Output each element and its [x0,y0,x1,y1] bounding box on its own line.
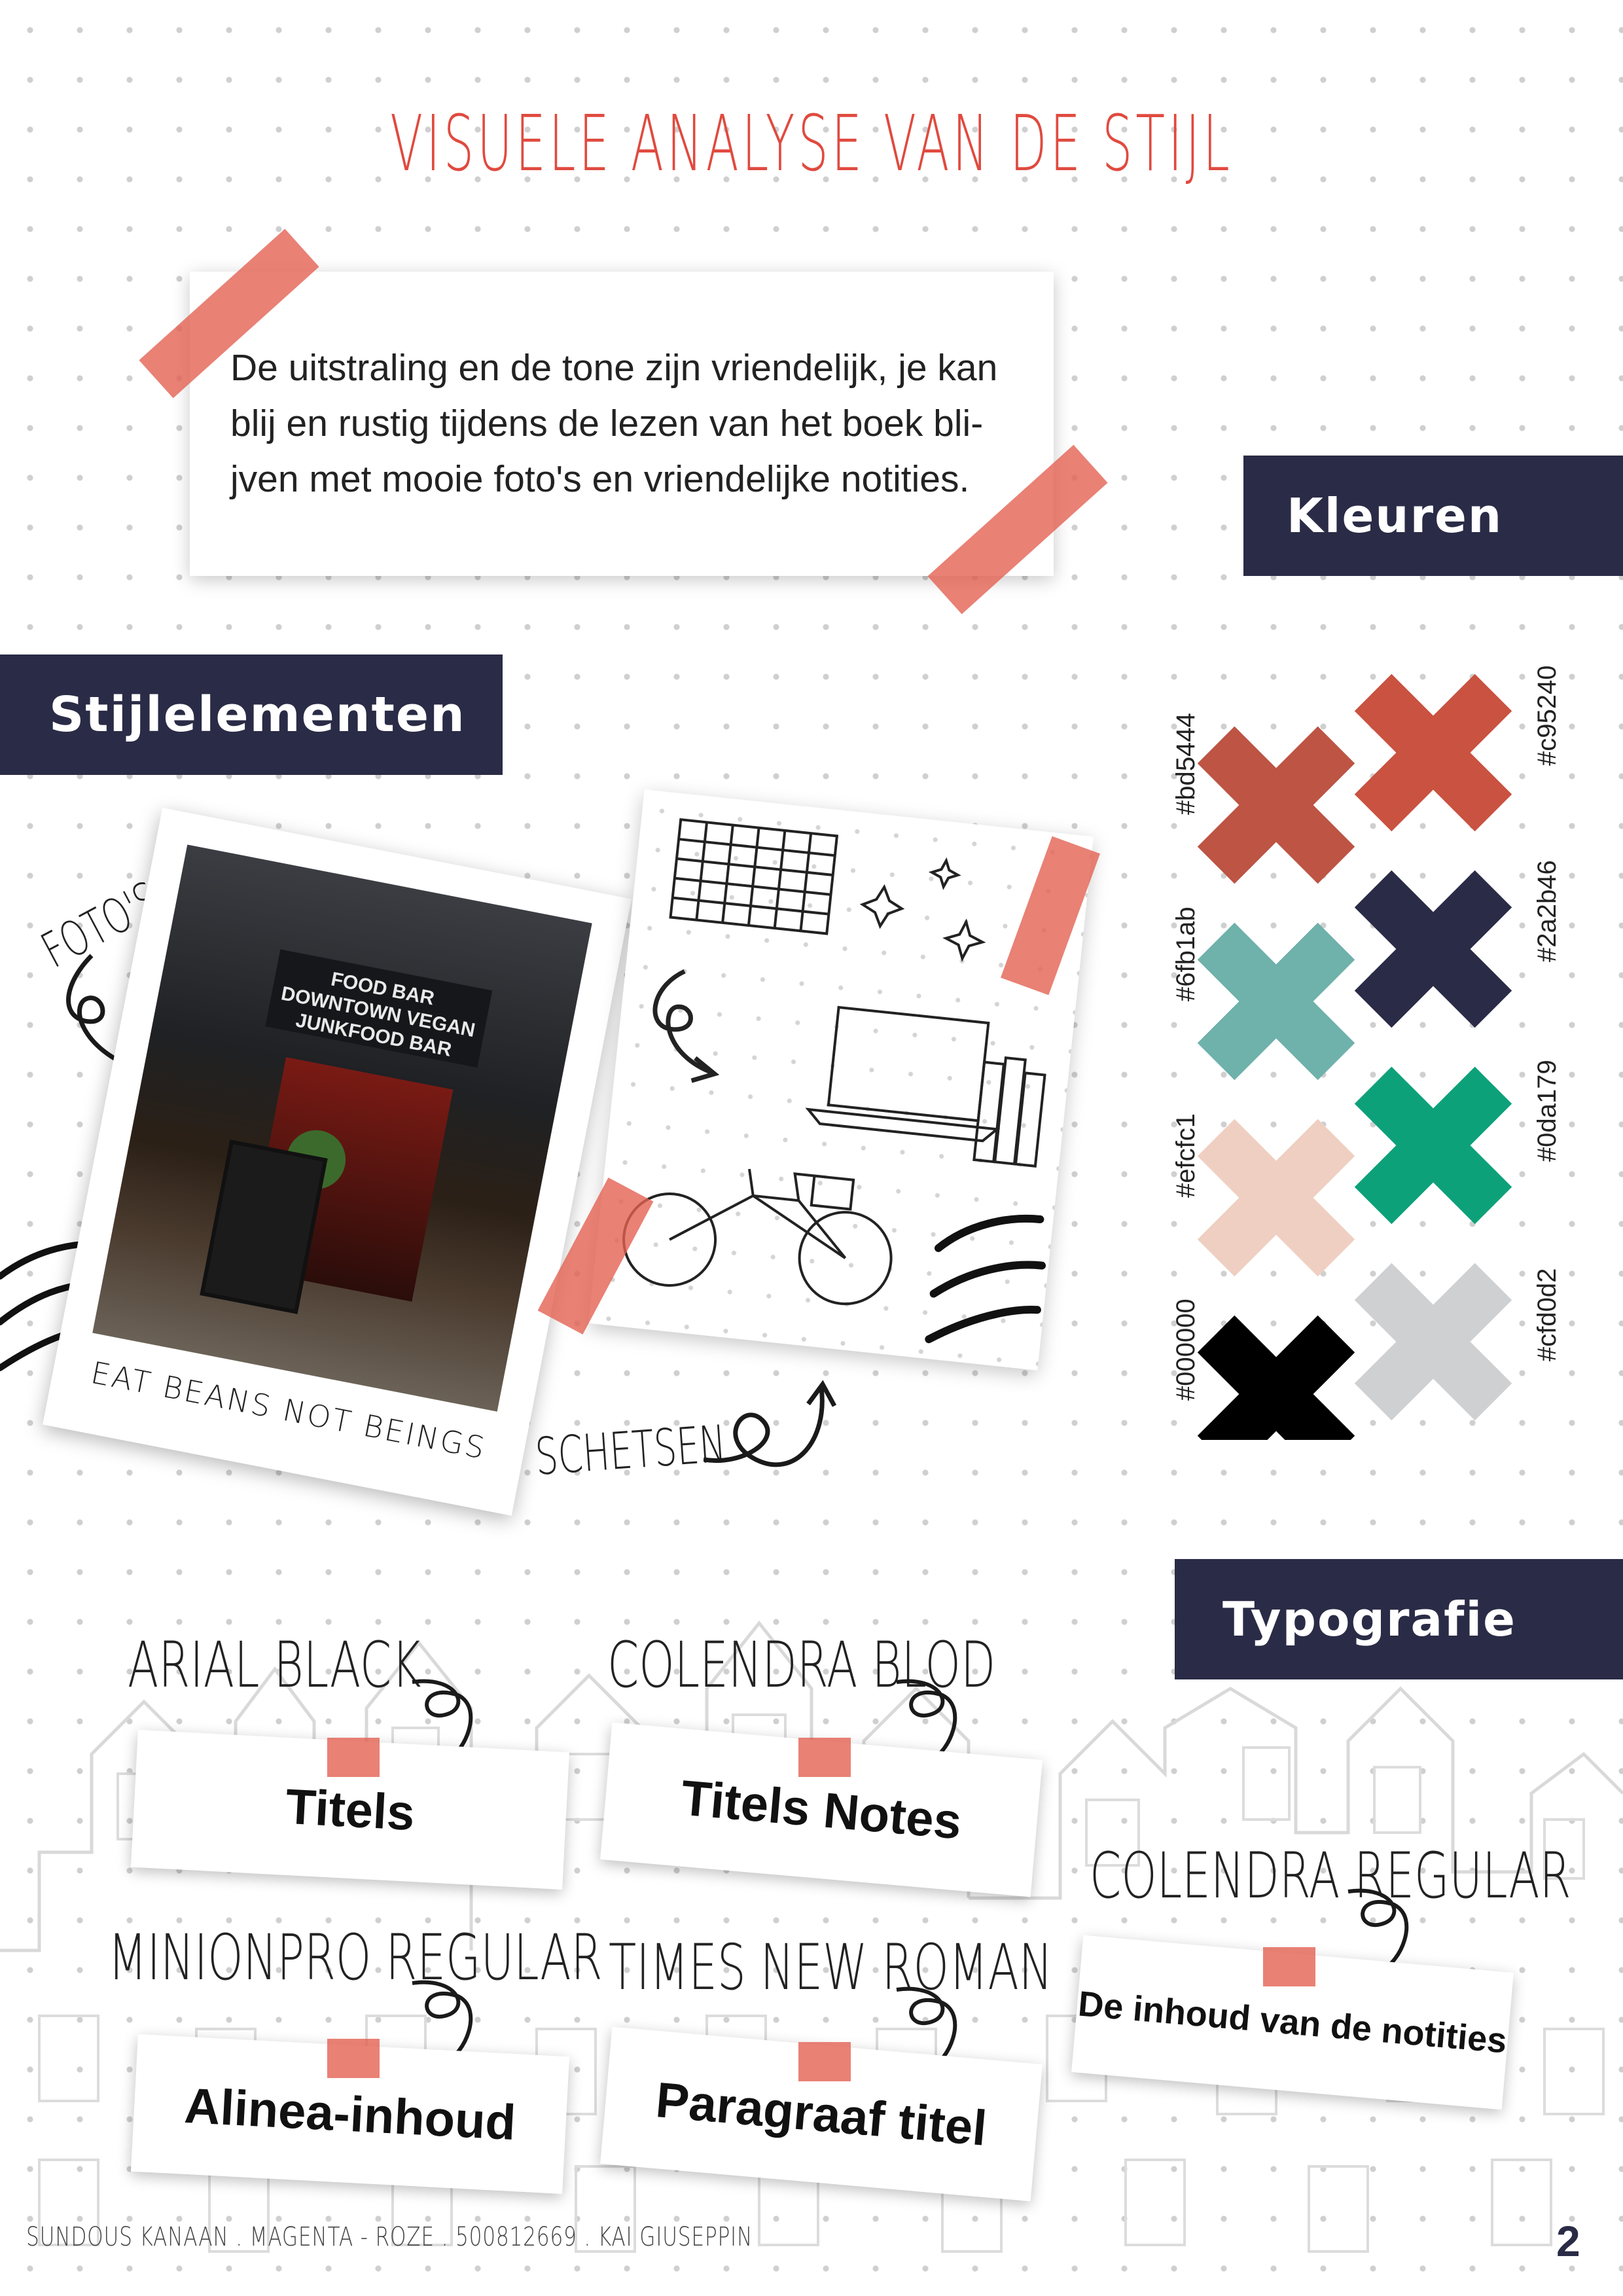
typography-usage-label: De inhoud van de notities [1077,1984,1508,2061]
tape-decoration [798,1738,851,1777]
typography-usage-label: Paragraaf titel [653,2072,990,2157]
typography-usage-label: Alinea-inhoud [183,2077,518,2151]
tape-decoration [1263,1947,1315,1986]
typography-usage-label: Titels Notes [679,1769,964,1850]
footer-credits: SUNDOUS KANAAN . MAGENTA - ROZE . 500812… [26,2222,753,2252]
tape-decoration [798,2042,851,2081]
page-number: 2 [1556,2217,1580,2265]
typography-usage-label: Titels [284,1778,416,1841]
tape-decoration [327,2039,380,2078]
page: VISUELE ANALYSE VAN DE STIJL De uitstral… [0,0,1623,2296]
typography-arrows [412,1679,1409,2070]
tape-decoration [327,1738,380,1777]
